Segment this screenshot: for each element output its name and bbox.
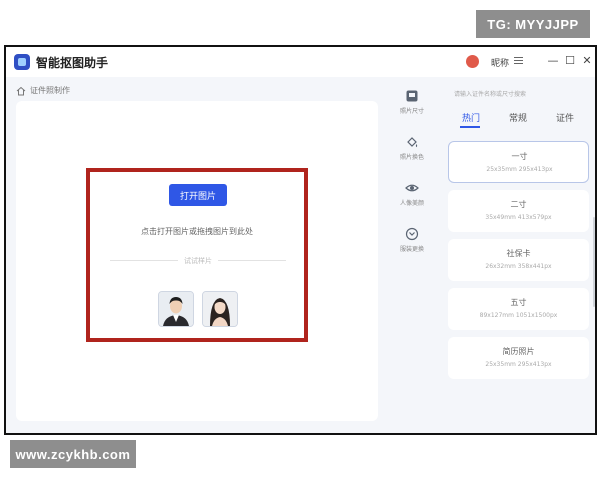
size-name: 社保卡 (506, 249, 531, 258)
title-bar: 智能抠图助手 昵称 — ☐ ✕ (6, 47, 595, 77)
size-card[interactable]: 一寸 25x35mm 295x413px (448, 141, 589, 183)
color-fill-icon (407, 137, 418, 148)
size-dims: 25x35mm 295x413px (486, 166, 553, 173)
tool-color-fill[interactable]: 照片换色 (386, 135, 438, 161)
tool-photo-size-label: 照片尺寸 (399, 108, 424, 115)
size-card[interactable]: 五寸 89x127mm 1051x1500px (448, 288, 589, 330)
clothes-swap-icon (405, 227, 419, 241)
app-window: 智能抠图助手 昵称 — ☐ ✕ 证件照制作 打开图片 点击打开图片或拖拽图片到此… (4, 45, 597, 435)
size-name: 一寸 (511, 152, 528, 161)
tool-beauty-label: 人像美颜 (399, 200, 424, 207)
tool-clothes-label: 服装更换 (399, 246, 424, 253)
tab-cert[interactable]: 证件 (556, 111, 574, 124)
open-image-button[interactable]: 打开图片 (169, 184, 227, 206)
size-dims: 35x49mm 413x579px (485, 214, 552, 221)
sample-photo-female[interactable] (202, 291, 238, 327)
size-tabs: 热门 常规 证件 (444, 111, 595, 129)
user-name[interactable]: 昵称 (491, 56, 509, 69)
app-logo-icon (14, 54, 30, 70)
watermark-bottom: www.zcykhb.com (10, 440, 136, 468)
tab-hot[interactable]: 热门 (462, 111, 480, 124)
size-card[interactable]: 二寸 35x49mm 413x579px (448, 190, 589, 232)
divider-left (110, 260, 178, 261)
home-icon[interactable] (16, 86, 26, 96)
size-card[interactable]: 简历照片 25x35mm 295x413px (448, 337, 589, 379)
size-list-scrollbar[interactable] (593, 217, 595, 307)
size-dims: 89x127mm 1051x1500px (479, 312, 558, 319)
tool-photo-size[interactable]: 照片尺寸 (386, 89, 438, 115)
divider-right (218, 260, 286, 261)
size-name: 二寸 (510, 200, 527, 209)
size-card[interactable]: 社保卡 26x32mm 358x441px (448, 239, 589, 281)
try-samples-label: 试试样片 (184, 257, 212, 265)
size-name: 简历照片 (502, 347, 535, 356)
watermark-top: TG: MYYJJPP (476, 10, 590, 38)
breadcrumb-label: 证件照制作 (30, 86, 70, 95)
eye-beauty-icon (405, 184, 419, 192)
tool-clothes[interactable]: 服装更换 (386, 227, 438, 253)
photo-size-icon (406, 90, 418, 102)
sample-photo-male[interactable] (158, 291, 194, 327)
breadcrumb[interactable]: 证件照制作 (16, 85, 70, 96)
tab-normal[interactable]: 常规 (509, 111, 527, 124)
minimize-icon[interactable]: — (546, 54, 560, 68)
size-panel: 请输入证件名称或尺寸搜索 热门 常规 证件 一寸 25x35mm 295x413… (444, 77, 595, 433)
tool-beauty[interactable]: 人像美颜 (386, 181, 438, 207)
size-name: 五寸 (510, 298, 527, 307)
user-avatar-icon[interactable] (466, 55, 479, 68)
maximize-icon[interactable]: ☐ (563, 54, 577, 68)
upload-area[interactable]: 打开图片 点击打开图片或拖拽图片到此处 试试样片 (86, 168, 308, 342)
active-tab-indicator (460, 126, 480, 128)
close-icon[interactable]: ✕ (580, 54, 594, 68)
menu-icon[interactable] (514, 57, 523, 64)
size-search-input[interactable]: 请输入证件名称或尺寸搜索 (454, 89, 526, 98)
app-title: 智能抠图助手 (36, 56, 109, 70)
size-dims: 25x35mm 295x413px (485, 361, 552, 368)
tool-rail: 照片尺寸 照片换色 人像美颜 服装更换 (386, 77, 438, 433)
tool-color-fill-label: 照片换色 (399, 154, 424, 161)
drop-hint-text: 点击打开图片或拖拽图片到此处 (141, 227, 253, 236)
size-dims: 26x32mm 358x441px (485, 263, 552, 270)
